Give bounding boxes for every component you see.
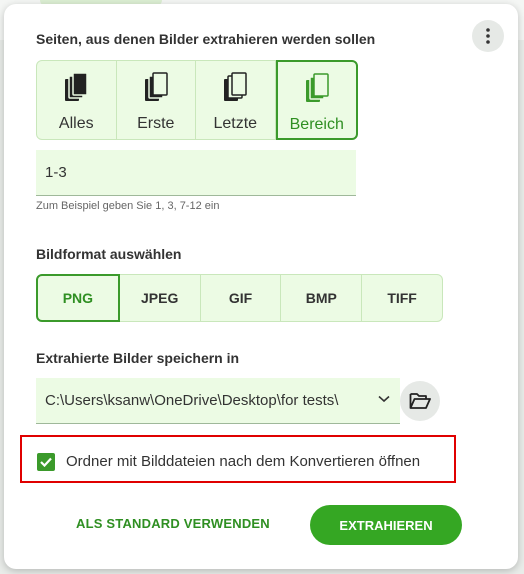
set-default-button[interactable]: ALS STANDARD VERWENDEN — [76, 516, 270, 531]
page-selection-group: Alles Erste Letzte Bereich — [36, 60, 358, 140]
first-page-icon — [144, 72, 168, 101]
save-path-select[interactable]: C:\Users\ksanw\OneDrive\Desktop\for test… — [36, 378, 400, 424]
extract-button[interactable]: EXTRAHIEREN — [310, 505, 462, 545]
page-option-range[interactable]: Bereich — [275, 60, 358, 140]
format-option-bmp[interactable]: BMP — [281, 274, 363, 322]
format-section-title: Bildformat auswählen — [36, 246, 182, 262]
save-section-title: Extrahierte Bilder speichern in — [36, 350, 240, 366]
page-range-input[interactable] — [36, 150, 356, 196]
all-pages-icon — [65, 72, 88, 101]
page-option-last[interactable]: Letzte — [196, 60, 276, 140]
pages-section-title: Seiten, aus denen Bilder extrahieren wer… — [36, 31, 376, 47]
format-option-png[interactable]: PNG — [36, 274, 120, 322]
extract-images-dialog: Seiten, aus denen Bilder extrahieren wer… — [4, 4, 518, 569]
more-options-button[interactable] — [472, 20, 504, 52]
page-option-label: Erste — [137, 115, 175, 132]
checkmark-icon — [40, 457, 52, 467]
folder-open-icon — [409, 393, 431, 409]
chevron-down-icon — [378, 395, 390, 403]
format-option-jpeg[interactable]: JPEG — [119, 274, 201, 322]
page-option-label: Alles — [58, 115, 94, 132]
image-format-group: PNG JPEG GIF BMP TIFF — [36, 274, 443, 322]
more-vertical-icon — [486, 28, 490, 44]
page-option-label: Letzte — [213, 115, 258, 132]
page-option-first[interactable]: Erste — [116, 60, 196, 140]
open-folder-label[interactable]: Ordner mit Bilddateien nach dem Konverti… — [66, 453, 420, 470]
save-path-value: C:\Users\ksanw\OneDrive\Desktop\for test… — [45, 392, 339, 409]
browse-folder-button[interactable] — [400, 381, 440, 421]
page-option-label: Bereich — [289, 116, 344, 133]
format-option-tiff[interactable]: TIFF — [362, 274, 443, 322]
open-folder-checkbox[interactable] — [37, 453, 55, 471]
range-pages-icon — [305, 73, 329, 102]
page-option-all[interactable]: Alles — [36, 60, 117, 140]
last-page-icon — [224, 72, 247, 101]
format-option-gif[interactable]: GIF — [200, 274, 282, 322]
page-range-hint: Zum Beispiel geben Sie 1, 3, 7-12 ein — [36, 200, 220, 212]
